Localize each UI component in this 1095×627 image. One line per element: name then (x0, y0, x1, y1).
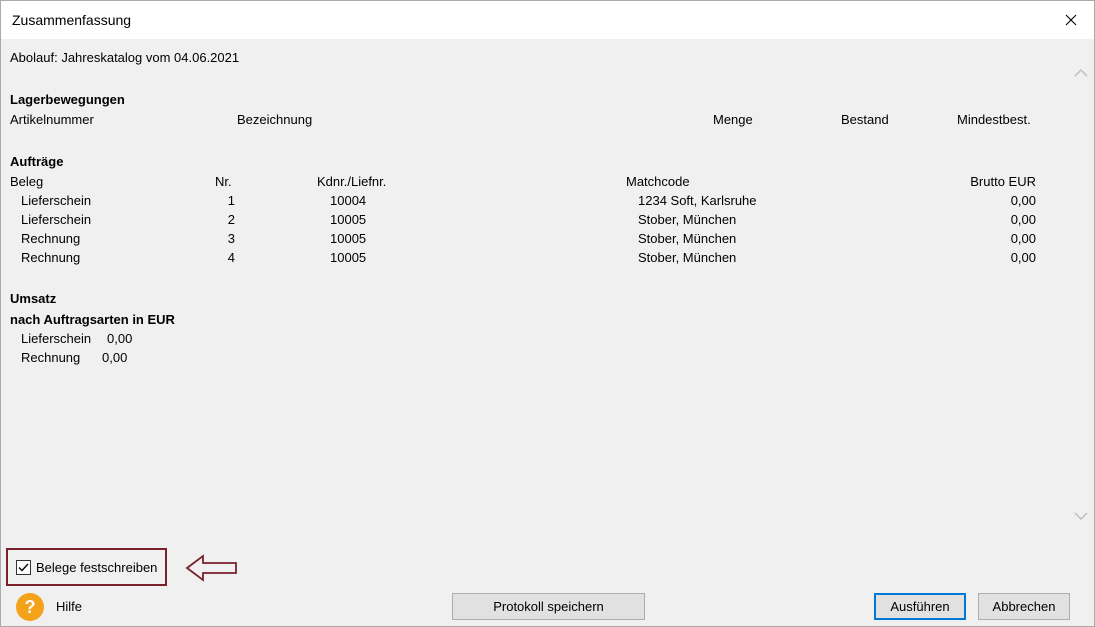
umsatz-label: Rechnung (21, 350, 81, 365)
row-brutto: 0,00 (1010, 193, 1036, 208)
belege-festschreiben-checkbox[interactable] (16, 559, 31, 575)
row-nr: 1 (227, 193, 235, 208)
summary-dialog: Zusammenfassung Abolauf: Jahreskatalog v… (0, 0, 1095, 627)
summary-content: Abolauf: Jahreskatalog vom 04.06.2021 La… (2, 39, 1069, 544)
row-beleg: Rechnung (21, 231, 81, 246)
row-brutto: 0,00 (1010, 231, 1036, 246)
arrow-left-icon (185, 554, 237, 582)
row-kdnr: 10004 (330, 193, 367, 208)
lager-col-menge: Menge (713, 112, 753, 127)
auftraege-col-brutto: Brutto EUR (970, 174, 1036, 189)
umsatz-value: 0,00 (107, 331, 133, 346)
belege-festschreiben-highlight: Belege festschreiben (6, 548, 167, 586)
window-title: Zusammenfassung (12, 12, 132, 28)
ablauf-text: Abolauf: Jahreskatalog vom 04.06.2021 (10, 50, 240, 65)
umsatz-label: Lieferschein (21, 331, 92, 346)
row-nr: 2 (227, 212, 235, 227)
scroll-up-button[interactable] (1073, 65, 1089, 79)
scroll-down-button[interactable] (1073, 509, 1089, 523)
chevron-up-icon (1074, 68, 1088, 77)
row-brutto: 0,00 (1010, 212, 1036, 227)
auftraege-col-matchcode: Matchcode (626, 174, 690, 189)
row-kdnr: 10005 (330, 250, 367, 265)
umsatz-value: 0,00 (102, 350, 128, 365)
row-matchcode: Stober, München (638, 231, 737, 246)
umsatz-heading: Umsatz (10, 291, 57, 306)
title-bar: Zusammenfassung (1, 1, 1094, 39)
close-icon (1065, 14, 1077, 26)
checkmark-icon (18, 563, 29, 571)
ausfuehren-button[interactable]: Ausführen (874, 593, 966, 620)
row-matchcode: 1234 Soft, Karlsruhe (638, 193, 757, 208)
lager-col-mindestbestand: Mindestbest. (957, 112, 1031, 127)
row-kdnr: 10005 (330, 212, 367, 227)
row-nr: 4 (227, 250, 235, 265)
chevron-down-icon (1074, 511, 1088, 520)
auftraege-heading: Aufträge (10, 154, 64, 169)
belege-festschreiben-label[interactable]: Belege festschreiben (36, 560, 157, 575)
close-button[interactable] (1048, 1, 1094, 39)
help-label[interactable]: Hilfe (56, 599, 82, 614)
row-beleg: Rechnung (21, 250, 81, 265)
vertical-scrollbar[interactable] (1069, 39, 1093, 544)
help-icon[interactable]: ? (16, 593, 44, 621)
protokoll-speichern-button[interactable]: Protokoll speichern (452, 593, 645, 620)
row-beleg: Lieferschein (21, 193, 92, 208)
row-kdnr: 10005 (330, 231, 367, 246)
abbrechen-button[interactable]: Abbrechen (978, 593, 1070, 620)
umsatz-subheading: nach Auftragsarten in EUR (10, 312, 175, 327)
row-brutto: 0,00 (1010, 250, 1036, 265)
row-nr: 3 (227, 231, 235, 246)
row-matchcode: Stober, München (638, 212, 737, 227)
auftraege-col-kdnr: Kdnr./Liefnr. (317, 174, 387, 189)
auftraege-col-beleg: Beleg (10, 174, 44, 189)
row-matchcode: Stober, München (638, 250, 737, 265)
lager-col-artikelnummer: Artikelnummer (10, 112, 94, 127)
lager-col-bestand: Bestand (841, 112, 889, 127)
lager-heading: Lagerbewegungen (10, 92, 125, 107)
row-beleg: Lieferschein (21, 212, 92, 227)
lager-col-bezeichnung: Bezeichnung (237, 112, 313, 127)
auftraege-col-nr: Nr. (215, 174, 232, 189)
